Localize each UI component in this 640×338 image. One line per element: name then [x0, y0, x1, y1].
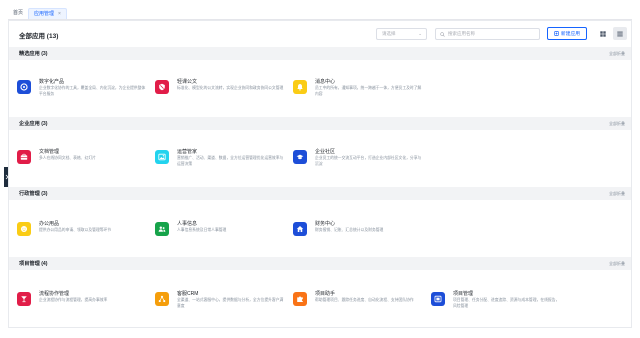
page-title: 全部应用 (13)	[19, 33, 59, 40]
section-title: 企业应用 (3)	[19, 121, 48, 127]
smiley-icon	[17, 222, 31, 236]
app-card[interactable]: 运营管家 营销推广、活动、渠道、数据，全方位运营管理优化运营效率与运营决策	[155, 148, 285, 178]
app-name: 数字化产品	[39, 79, 65, 85]
new-app-button[interactable]: 新建应用	[547, 27, 587, 40]
section-title: 行政管理 (3)	[19, 191, 48, 197]
target-icon	[17, 80, 31, 94]
cocktail-icon	[17, 292, 31, 306]
new-app-icon	[554, 31, 559, 36]
app-name: 消息中心	[315, 79, 336, 85]
home-icon	[293, 222, 307, 236]
app-name: 文档管理	[39, 149, 60, 155]
section-header-project: 项目管理 (4) 全部折叠	[9, 257, 631, 270]
collapse-all-link[interactable]: 全部折叠	[609, 191, 625, 197]
app-description: 企业数字化协作的工具，覆盖全局、内化沉淀，为企业提供整体平台服务	[39, 86, 146, 96]
app-description: 全渠道、一站式客服中心，提供数据与分析，全方位提升客户满意度	[177, 298, 284, 308]
app-card[interactable]: 企业社区 企业员工的统一交流互动平台，打造企业内部社区文化，分享与沉淀	[293, 148, 423, 178]
users-icon	[155, 222, 169, 236]
app-description: 营销推广、活动、渠道、数据，全方位运营管理优化运营效率与运营决策	[177, 156, 284, 166]
app-name: 运营管家	[177, 149, 198, 155]
app-description: 财务报销、记账、汇总统计以及财务管理	[315, 228, 384, 232]
graduation-cap-icon	[293, 150, 307, 164]
list-icon	[617, 31, 623, 36]
close-icon[interactable]: ×	[58, 9, 61, 20]
section-title: 精选应用 (3)	[19, 51, 48, 57]
search-placeholder: 搜索应用名称	[448, 31, 475, 36]
app-card[interactable]: 项目管理 项目管理、任务分配、进度追踪、资源与成本管理，在线报告，风险管理	[431, 290, 561, 320]
app-card[interactable]: 文档管理 多人在线协同文档、表格、幻灯片	[17, 148, 147, 178]
shield-icon	[155, 80, 169, 94]
app-card[interactable]: 客服CRM 全渠道、一站式客服中心，提供数据与分析，全方位提升客户满意度	[155, 290, 285, 320]
bell-icon	[293, 80, 307, 94]
app-description: 项目管理、任务分配、进度追踪、资源与成本管理，在线报告，风险管理	[453, 298, 560, 308]
app-card[interactable]: 流程协作管理 企业流程协作与流程管理，提高办事效率	[17, 290, 147, 320]
grid-view-button[interactable]	[597, 28, 609, 39]
tab-home[interactable]: 首页	[8, 8, 28, 19]
app-description: 多人在线协同文档、表格、幻灯片	[39, 156, 96, 160]
section-title: 项目管理 (4)	[19, 261, 48, 267]
app-name: 企业社区	[315, 149, 336, 155]
app-description: 员工中的所有，通知事项，统一跨越于一体，方便员工及时了解内容	[315, 86, 422, 96]
app-description: 帮助管理项目、跟踪任务进度、自动化流程、支持团队协作	[315, 298, 414, 302]
app-card[interactable]: 轻课公文 标准化、模型化的公文流转，实现企业协同和政务协同公文管理	[155, 78, 285, 108]
app-description: 企业员工的统一交流互动平台，打造企业内部社区文化，分享与沉淀	[315, 156, 422, 166]
section-header-administration: 行政管理 (3) 全部折叠	[9, 187, 631, 200]
section-header-featured: 精选应用 (3) 全部折叠	[9, 47, 631, 60]
main-panel: 全部应用 (13) 请选择 ⌄ 搜索应用名称 新建应用 精选应用 (3) 全部折…	[8, 20, 632, 328]
puzzle-icon	[293, 292, 307, 306]
app-card[interactable]: 项目助手 帮助管理项目、跟踪任务进度、自动化流程、支持团队协作	[293, 290, 423, 320]
tab-bar: 首页 应用管理 ×	[8, 8, 632, 20]
search-input[interactable]: 搜索应用名称	[435, 28, 540, 40]
app-name: 项目管理	[453, 291, 474, 297]
collapse-all-link[interactable]: 全部折叠	[609, 51, 625, 57]
collapse-all-link[interactable]: 全部折叠	[609, 261, 625, 267]
app-card[interactable]: 财务中心 财务报销、记账、汇总统计以及财务管理	[293, 220, 423, 250]
app-card[interactable]: 数字化产品 企业数字化协作的工具，覆盖全局、内化沉淀，为企业提供整体平台服务	[17, 78, 147, 108]
category-select-placeholder: 请选择	[382, 31, 396, 36]
chevron-down-icon: ⌄	[418, 31, 422, 36]
new-app-label: 新建应用	[560, 32, 581, 37]
app-name: 流程协作管理	[39, 291, 70, 297]
app-name: 客服CRM	[177, 291, 199, 297]
app-name: 办公用品	[39, 221, 60, 227]
app-description: 标准化、模型化的公文流转，实现企业协同和政务协同公文管理	[177, 86, 284, 90]
search-icon	[440, 31, 445, 37]
app-card[interactable]: 人事信息 人事信息系统及日常人事管理	[155, 220, 285, 250]
app-description: 提供办公用品的申请、领取以及管理等环节	[39, 228, 112, 232]
image-icon	[155, 150, 169, 164]
grid-icon	[600, 30, 606, 37]
app-description: 人事信息系统及日常人事管理	[177, 228, 227, 232]
nodes-icon	[155, 292, 169, 306]
app-name: 人事信息	[177, 221, 198, 227]
app-name: 项目助手	[315, 291, 336, 297]
app-name: 财务中心	[315, 221, 336, 227]
toolbar: 全部应用 (13) 请选择 ⌄ 搜索应用名称 新建应用	[9, 21, 631, 47]
app-card[interactable]: 消息中心 员工中的所有，通知事项，统一跨越于一体，方便员工及时了解内容	[293, 78, 423, 108]
app-card[interactable]: 办公用品 提供办公用品的申请、领取以及管理等环节	[17, 220, 147, 250]
tab-app-management-label: 应用管理	[34, 10, 55, 17]
category-select[interactable]: 请选择 ⌄	[376, 28, 427, 40]
briefcase-icon	[17, 150, 31, 164]
board-icon	[431, 292, 445, 306]
tab-app-management[interactable]: 应用管理 ×	[28, 8, 67, 19]
app-description: 企业流程协作与流程管理，提高办事效率	[39, 298, 108, 302]
tab-home-label: 首页	[13, 10, 24, 16]
collapse-all-link[interactable]: 全部折叠	[609, 121, 625, 127]
section-header-enterprise: 企业应用 (3) 全部折叠	[9, 117, 631, 130]
app-name: 轻课公文	[177, 79, 198, 85]
list-view-button[interactable]	[613, 27, 627, 40]
